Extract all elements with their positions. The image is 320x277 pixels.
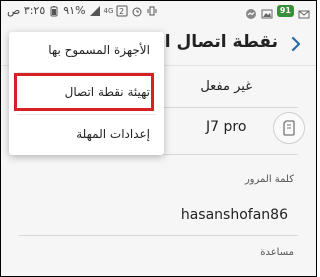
svg-text:2: 2 (119, 7, 124, 16)
help-label: مساعدة (260, 247, 294, 258)
network-type: 4G (103, 6, 114, 15)
mail-icon (298, 5, 310, 19)
menu-item-label: الأجهزة المسموح بها (48, 43, 150, 57)
notification-badge: 91 (276, 5, 294, 17)
status-bar: ٣:٢٥ ص ٩١% 4G 2 91 (1, 1, 316, 23)
menu-divider (17, 114, 156, 115)
clock: ٣:٢٥ ص (7, 4, 46, 17)
menu-divider (17, 72, 156, 73)
menu-item-allowed-devices[interactable]: الأجهزة المسموح بها (9, 32, 164, 71)
network-name[interactable]: J7 pro (206, 119, 246, 135)
alarm-icon (131, 5, 143, 17)
password-value[interactable]: hasanshofan86 (181, 207, 288, 223)
gallery-icon (261, 5, 273, 19)
phone-icon (283, 120, 295, 136)
wifi-hotspot-icon: 2 (116, 5, 128, 17)
signal-icon (89, 5, 101, 17)
overflow-menu: الأجهزة المسموح بها تهيئة نقطة اتصال إعد… (9, 32, 164, 155)
screen: ٣:٢٥ ص ٩١% 4G 2 91 نقطة اتصال الهواتف غي… (0, 0, 317, 277)
battery-icon (48, 5, 60, 17)
chevron-right-icon (291, 36, 301, 52)
status-left: ٣:٢٥ ص ٩١% 4G 2 (7, 4, 158, 17)
hotspot-status[interactable]: غير مفعل (200, 79, 252, 94)
back-button[interactable] (286, 34, 306, 54)
status-right: 91 (245, 5, 310, 19)
menu-item-label: إعدادات المهلة (76, 127, 150, 141)
password-label: كلمة المرور (244, 174, 294, 185)
messenger-icon (245, 5, 257, 19)
vibrate-icon (146, 5, 158, 17)
device-avatar (273, 112, 305, 144)
menu-item-timeout-settings[interactable]: إعدادات المهلة (9, 116, 164, 155)
battery-percent: ٩١% (63, 4, 86, 17)
menu-item-configure-hotspot[interactable]: تهيئة نقطة اتصال (9, 74, 164, 113)
divider (19, 235, 298, 236)
menu-item-label: تهيئة نقطة اتصال (64, 85, 150, 99)
